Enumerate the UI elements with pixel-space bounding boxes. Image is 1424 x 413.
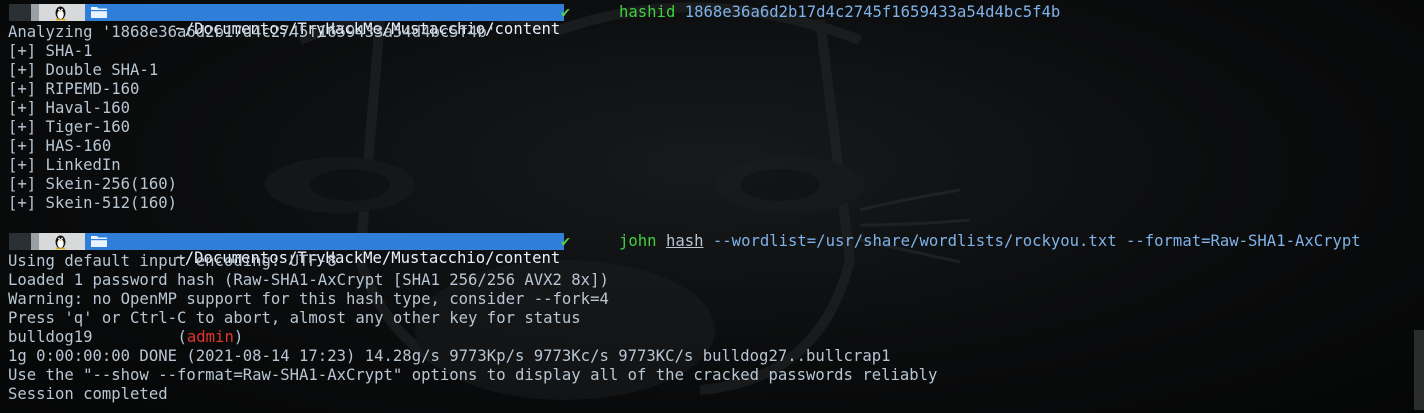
- output-line: [+] Double SHA-1: [8, 61, 159, 79]
- command-name: hashid: [619, 3, 676, 21]
- output-line: Using default input encoding: UTF-8: [8, 252, 337, 270]
- output-line: Warning: no OpenMP support for this hash…: [8, 290, 609, 308]
- tux-linux-icon: [55, 235, 66, 250]
- output-line: Press 'q' or Ctrl-C to abort, almost any…: [8, 309, 581, 327]
- folder-icon: [91, 236, 107, 247]
- command-line-1[interactable]: hashid 1868e36a6d2b17d4c2745f1659433a54d…: [619, 2, 1060, 23]
- output-line: [+] Haval-160: [8, 99, 131, 117]
- output-line: [+] HAS-160: [8, 137, 112, 155]
- output-line: [+] Skein-256(160): [8, 175, 177, 193]
- prompt-line-2: ~/Documentos/TryHackMe/Mustacchio/conten…: [9, 231, 1424, 267]
- command-line-2[interactable]: john hash --wordlist=/usr/share/wordlist…: [619, 231, 1361, 252]
- scrollbar[interactable]: [1414, 330, 1424, 410]
- check-icon: ✔: [561, 3, 571, 21]
- terminal-window[interactable]: ~/Documentos/TryHackMe/Mustacchio/conten…: [0, 0, 1424, 413]
- output-line: 1g 0:00:00:00 DONE (2021-08-14 17:23) 14…: [8, 347, 891, 365]
- output-line: Use the "--show --format=Raw-SHA1-AxCryp…: [8, 366, 938, 384]
- cracked-result-line: bulldog19 (admin): [8, 328, 244, 346]
- output-line: [+] SHA-1: [8, 42, 93, 60]
- prompt-segment-gray: [31, 4, 39, 21]
- output-line: Loaded 1 password hash (Raw-SHA1-AxCrypt…: [8, 271, 609, 289]
- command-name: john: [619, 232, 657, 250]
- output-line: [+] RIPEMD-160: [8, 80, 140, 98]
- output-line: Analyzing '1868e36a6d2b17d4c2745f1659433…: [8, 23, 497, 41]
- output-line: [+] LinkedIn: [8, 156, 121, 174]
- check-icon: ✔: [561, 232, 571, 250]
- folder-icon: [91, 7, 107, 18]
- command-args: 1868e36a6d2b17d4c2745f1659433a54d4bc5f4b: [675, 3, 1061, 21]
- cracked-username: admin: [186, 328, 234, 346]
- prompt-arrow: [545, 4, 555, 20]
- output-line: Session completed: [8, 385, 168, 403]
- output-line: [+] Tiger-160: [8, 118, 131, 136]
- output-line: [+] Skein-512(160): [8, 194, 177, 212]
- prompt-path-segment: ~/Documentos/TryHackMe/Mustacchio/conten…: [85, 4, 565, 38]
- command-args: --wordlist=/usr/share/wordlists/rockyou.…: [703, 232, 1361, 250]
- prompt-segment-gray: [31, 233, 39, 250]
- prompt-segment-dark: [9, 4, 31, 21]
- cracked-password: bulldog19: [8, 328, 93, 346]
- tux-linux-icon: [55, 6, 66, 21]
- prompt-line-1: ~/Documentos/TryHackMe/Mustacchio/conten…: [9, 2, 1424, 38]
- command-file-arg: hash: [665, 232, 704, 250]
- prompt-path-segment: ~/Documentos/TryHackMe/Mustacchio/conten…: [85, 233, 565, 267]
- prompt-segment-dark: [9, 233, 31, 250]
- prompt-arrow: [545, 233, 555, 249]
